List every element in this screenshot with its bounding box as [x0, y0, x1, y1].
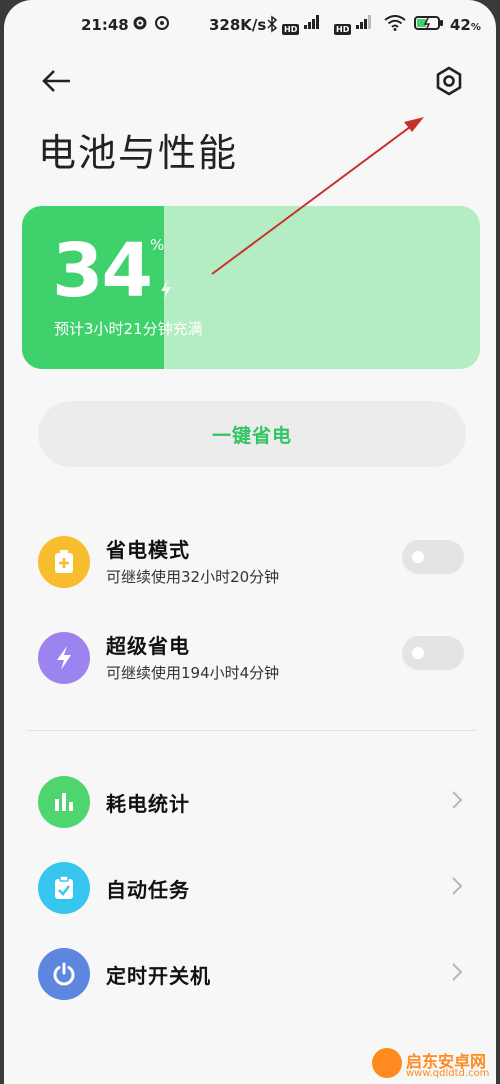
ultra-saver-subtitle: 可继续使用194小时4分钟: [106, 664, 280, 682]
lightning-icon: [38, 632, 90, 684]
charging-bolt-icon: [161, 279, 171, 299]
usage-stats-title: 耗电统计: [106, 792, 190, 816]
watermark-url: www.qdldtd.com: [406, 1068, 490, 1079]
data-saver-icon: [154, 15, 170, 35]
power-saver-subtitle: 可继续使用32小时20分钟: [106, 568, 280, 586]
battery-card[interactable]: 34 % 预计3小时21分钟充满: [22, 206, 480, 369]
hexagon-settings-icon: [436, 66, 462, 96]
signal-icon-1: [304, 15, 320, 33]
power-icon: [38, 948, 90, 1000]
power-saver-row[interactable]: 省电模式 可继续使用32小时20分钟: [4, 530, 496, 600]
bar-chart-icon: [38, 776, 90, 828]
watermark: 启东安卓网 www.qdldtd.com: [370, 1046, 500, 1084]
chevron-right-icon: [452, 963, 463, 981]
signal-icon-2: [356, 15, 372, 33]
ultra-saver-toggle[interactable]: [402, 636, 464, 670]
charge-estimate: 预计3小时21分钟充满: [54, 320, 203, 338]
watermark-logo-icon: [372, 1048, 402, 1078]
network-speed: 328K/s: [209, 16, 267, 34]
ultra-saver-title: 超级省电: [106, 634, 190, 658]
auto-tasks-title: 自动任务: [106, 878, 190, 902]
status-bar: 21:48 328K/s HD HD 42%: [4, 12, 496, 42]
battery-plus-icon: [38, 536, 90, 588]
back-button[interactable]: [40, 64, 74, 98]
toggle-knob: [412, 551, 424, 563]
menu-item-usage-stats[interactable]: 耗电统计: [4, 770, 496, 840]
one-key-save-button[interactable]: 一键省电: [38, 401, 466, 467]
battery-status-icon: [414, 15, 444, 35]
battery-status-percent: 42%: [450, 16, 481, 34]
gear-status-icon: [132, 15, 148, 35]
battery-level: 34: [52, 228, 153, 314]
power-saver-toggle[interactable]: [402, 540, 464, 574]
toggle-knob: [412, 647, 424, 659]
back-arrow-icon: [42, 70, 70, 92]
hd-badge-1: HD: [282, 24, 300, 35]
section-divider: [26, 730, 476, 731]
status-time: 21:48: [81, 16, 129, 34]
battery-unit: %: [150, 236, 165, 254]
power-saver-title: 省电模式: [106, 538, 190, 562]
chevron-right-icon: [452, 877, 463, 895]
menu-item-scheduled-power[interactable]: 定时开关机: [4, 942, 496, 1012]
clipboard-check-icon: [38, 862, 90, 914]
bluetooth-icon: [266, 15, 278, 37]
page-title: 电池与性能: [38, 131, 239, 175]
scheduled-power-title: 定时开关机: [106, 964, 211, 988]
phone-screen: 21:48 328K/s HD HD 42% 电池与性能 34 % 预计3小时2…: [4, 0, 496, 1084]
ultra-saver-row[interactable]: 超级省电 可继续使用194小时4分钟: [4, 626, 496, 696]
chevron-right-icon: [452, 791, 463, 809]
wifi-icon: [384, 15, 406, 35]
settings-button[interactable]: [432, 64, 466, 98]
menu-item-auto-tasks[interactable]: 自动任务: [4, 856, 496, 926]
hd-badge-2: HD: [334, 24, 352, 35]
